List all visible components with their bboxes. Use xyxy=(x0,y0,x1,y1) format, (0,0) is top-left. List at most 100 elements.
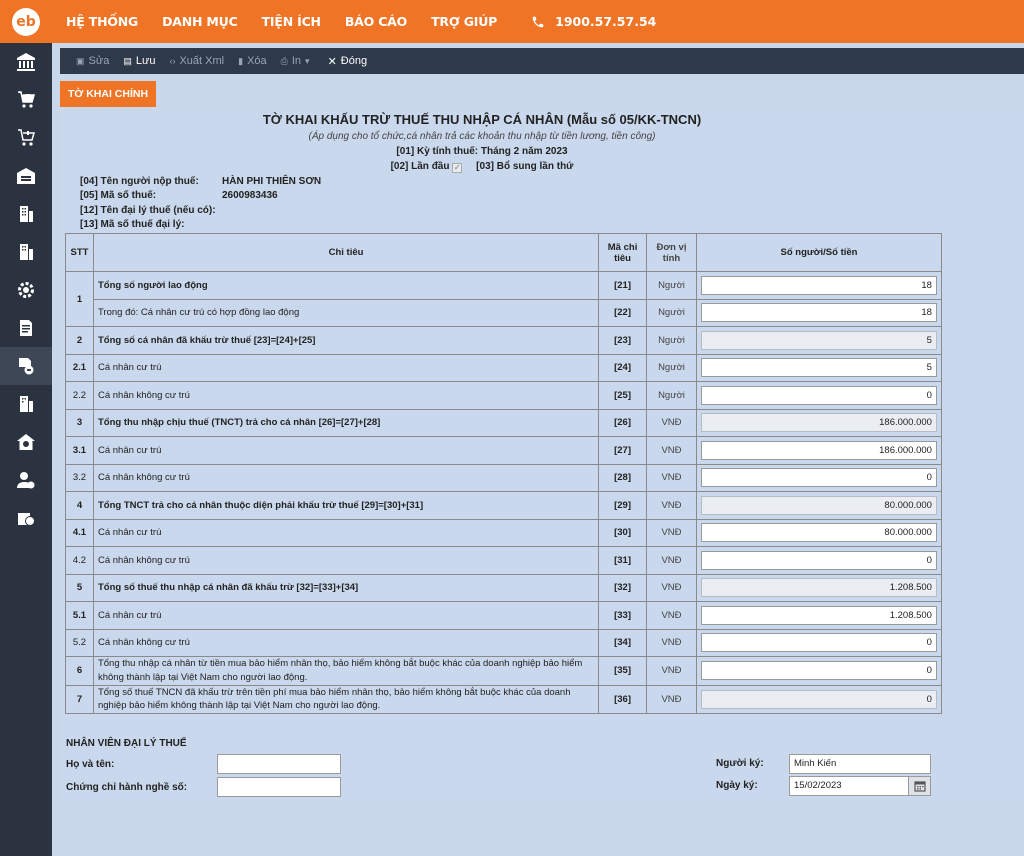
table-row: Trong đó: Cá nhân cư trú có hợp đồng lao… xyxy=(66,298,943,327)
menu-tro-giup[interactable]: TRỢ GIÚP xyxy=(431,14,497,29)
cell-value: 0 xyxy=(695,463,943,492)
value-input[interactable]: 5 xyxy=(700,358,937,378)
signer-label: Người ký: xyxy=(716,758,764,769)
table-row: 4.1 Cá nhân cư trú [30] VNĐ 80.000.000 xyxy=(65,518,943,547)
bank-icon[interactable] xyxy=(0,43,52,81)
cell-stt: 5.2 xyxy=(65,628,94,657)
value-input[interactable]: 186.000.000 xyxy=(700,440,937,460)
value-input: 80.000.000 xyxy=(700,495,937,515)
building-icon[interactable] xyxy=(0,195,52,233)
cell-chi-tieu: Tổng TNCT trả cho cá nhân thuộc diện phả… xyxy=(92,491,600,520)
edit-button[interactable]: ▣ Sửa xyxy=(76,55,109,67)
menu-tien-ich[interactable]: TIỆN ÍCH xyxy=(262,14,321,29)
menu-danh-muc[interactable]: DANH MỤC xyxy=(162,14,238,29)
cell-don-vi: VNĐ xyxy=(646,408,697,437)
cell-chi-tieu: Tổng thu nhập chịu thuế (TNCT) trả cho c… xyxy=(92,408,600,437)
value-input[interactable]: 0 xyxy=(700,661,937,681)
value-input[interactable]: 0 xyxy=(700,468,937,488)
cell-chi-tieu: Cá nhân cư trú xyxy=(92,353,600,382)
cert-number-input[interactable] xyxy=(217,777,341,797)
cell-ma-chi-tieu: [35] xyxy=(598,656,648,686)
cell-stt: 2 xyxy=(65,326,94,355)
code-icon: ‹› xyxy=(169,56,176,66)
hotline: 1900.57.57.54 xyxy=(531,14,656,29)
app-logo[interactable]: eb xyxy=(0,0,52,43)
header-don-vi: Đơn vị tính xyxy=(646,233,697,272)
tax-code-label: [05] Mã số thuế: xyxy=(80,190,157,201)
cell-ma-chi-tieu: [31] xyxy=(598,546,648,575)
table-row: 7 Tổng số thuế TNCN đã khấu trừ trên tiền… xyxy=(65,684,943,715)
close-button[interactable]: ✕ Đóng xyxy=(328,55,368,68)
cell-chi-tieu: Trong đó: Cá nhân cư trú có hợp đồng lao… xyxy=(92,298,600,327)
sidebar xyxy=(0,43,52,856)
save-button[interactable]: ▤ Lưu xyxy=(123,55,155,67)
cart-in-icon[interactable] xyxy=(0,81,52,119)
cell-stt: 5 xyxy=(65,573,94,602)
warehouse-icon[interactable] xyxy=(0,157,52,195)
cart-out-icon[interactable] xyxy=(0,119,52,157)
taxpayer-name-row: [04] Tên người nộp thuế: HÀN PHI THIÊN SƠ… xyxy=(80,176,321,187)
delete-button[interactable]: ▮ Xóa xyxy=(238,55,267,67)
cell-ma-chi-tieu: [22] xyxy=(598,298,648,327)
cell-ma-chi-tieu: [24] xyxy=(598,353,648,382)
cell-don-vi: Người xyxy=(646,298,697,327)
cell-chi-tieu: Tổng số thuế TNCN đã khấu trừ trên tiền … xyxy=(92,684,600,715)
home-money-icon[interactable] xyxy=(0,423,52,461)
cell-don-vi: VNĐ xyxy=(646,518,697,547)
export-xml-button[interactable]: ‹› Xuất Xml xyxy=(169,55,224,67)
menu-bao-cao[interactable]: BÁO CÁO xyxy=(345,14,407,29)
value-input[interactable]: 80.000.000 xyxy=(700,523,937,543)
value-input: 186.000.000 xyxy=(700,413,937,433)
table-header: STT Chỉ tiêu Mã chỉ tiêu Đơn vị tính Số … xyxy=(65,233,943,272)
value-input[interactable]: 0 xyxy=(700,633,937,653)
wallet-icon[interactable] xyxy=(0,499,52,537)
cell-value: 1.208.500 xyxy=(695,573,943,602)
header-value: Số người/Số tiền xyxy=(695,233,943,272)
cell-value: 18 xyxy=(695,298,943,327)
office-icon[interactable] xyxy=(0,233,52,271)
cell-don-vi: VNĐ xyxy=(646,601,697,630)
close-icon: ✕ xyxy=(327,55,337,68)
user-money-icon[interactable] xyxy=(0,461,52,499)
tax-code: 2600983436 xyxy=(222,190,278,201)
cell-ma-chi-tieu: [25] xyxy=(598,381,648,410)
cell-stt: 4 xyxy=(65,491,94,520)
signer-input[interactable]: Minh Kiến xyxy=(789,754,931,774)
caret-down-icon: ▾ xyxy=(305,55,310,66)
form-subtitle: (Áp dụng cho tổ chức,cá nhân trả các kho… xyxy=(308,131,656,142)
value-input[interactable]: 18 xyxy=(700,275,937,295)
cell-stt: 3 xyxy=(65,408,94,437)
cell-ma-chi-tieu: [33] xyxy=(598,601,648,630)
tab-main-declaration[interactable]: TỜ KHAI CHÍNH xyxy=(60,81,156,107)
first-time-checkbox[interactable]: ✓ xyxy=(452,163,463,173)
report-icon[interactable] xyxy=(0,385,52,423)
print-button[interactable]: ⎙ In ▾ xyxy=(281,55,314,67)
value-input[interactable]: 0 xyxy=(700,385,937,405)
declaration-type: [02] Lần đầu ✓ [03] Bổ sung lần thứ xyxy=(60,161,904,173)
value-input[interactable]: 18 xyxy=(700,303,937,323)
value-input[interactable]: 1.208.500 xyxy=(700,605,937,625)
sign-date-label: Ngày ký: xyxy=(716,780,758,791)
calendar-button[interactable] xyxy=(908,776,931,796)
cell-stt: 2.1 xyxy=(65,353,94,382)
document-icon[interactable] xyxy=(0,309,52,347)
value-input[interactable]: 0 xyxy=(700,550,937,570)
table-row: 3.2 Cá nhân không cư trú [28] VNĐ 0 xyxy=(65,463,943,492)
cell-stt: 4.2 xyxy=(65,546,94,575)
save-label: Lưu xyxy=(135,55,156,67)
menu-he-thong[interactable]: HỆ THỐNG xyxy=(66,14,138,29)
cell-stt: 7 xyxy=(65,684,94,715)
cell-chi-tieu: Cá nhân cư trú xyxy=(92,601,600,630)
settings-icon[interactable] xyxy=(0,271,52,309)
tax-declaration-icon[interactable] xyxy=(0,347,52,385)
cell-chi-tieu: Cá nhân không cư trú xyxy=(92,546,600,575)
declaration-table: STT Chỉ tiêu Mã chỉ tiêu Đơn vị tính Số … xyxy=(65,233,943,715)
sign-date-input[interactable]: 15/02/2023 xyxy=(789,776,909,796)
table-row: 2.2 Cá nhân không cư trú [25] Người 0 xyxy=(65,381,943,410)
agent-name-input[interactable] xyxy=(217,754,341,774)
table-row: 6 Tổng thu nhập cá nhân từ tiền mua bảo h… xyxy=(65,656,943,686)
tax-period: [01] Kỳ tính thuế: Tháng 2 năm 2023 xyxy=(396,146,568,157)
cell-value: 5 xyxy=(695,353,943,382)
cell-ma-chi-tieu: [29] xyxy=(598,491,648,520)
agent-name-label: [12] Tên đại lý thuế (nếu có): xyxy=(80,205,216,216)
